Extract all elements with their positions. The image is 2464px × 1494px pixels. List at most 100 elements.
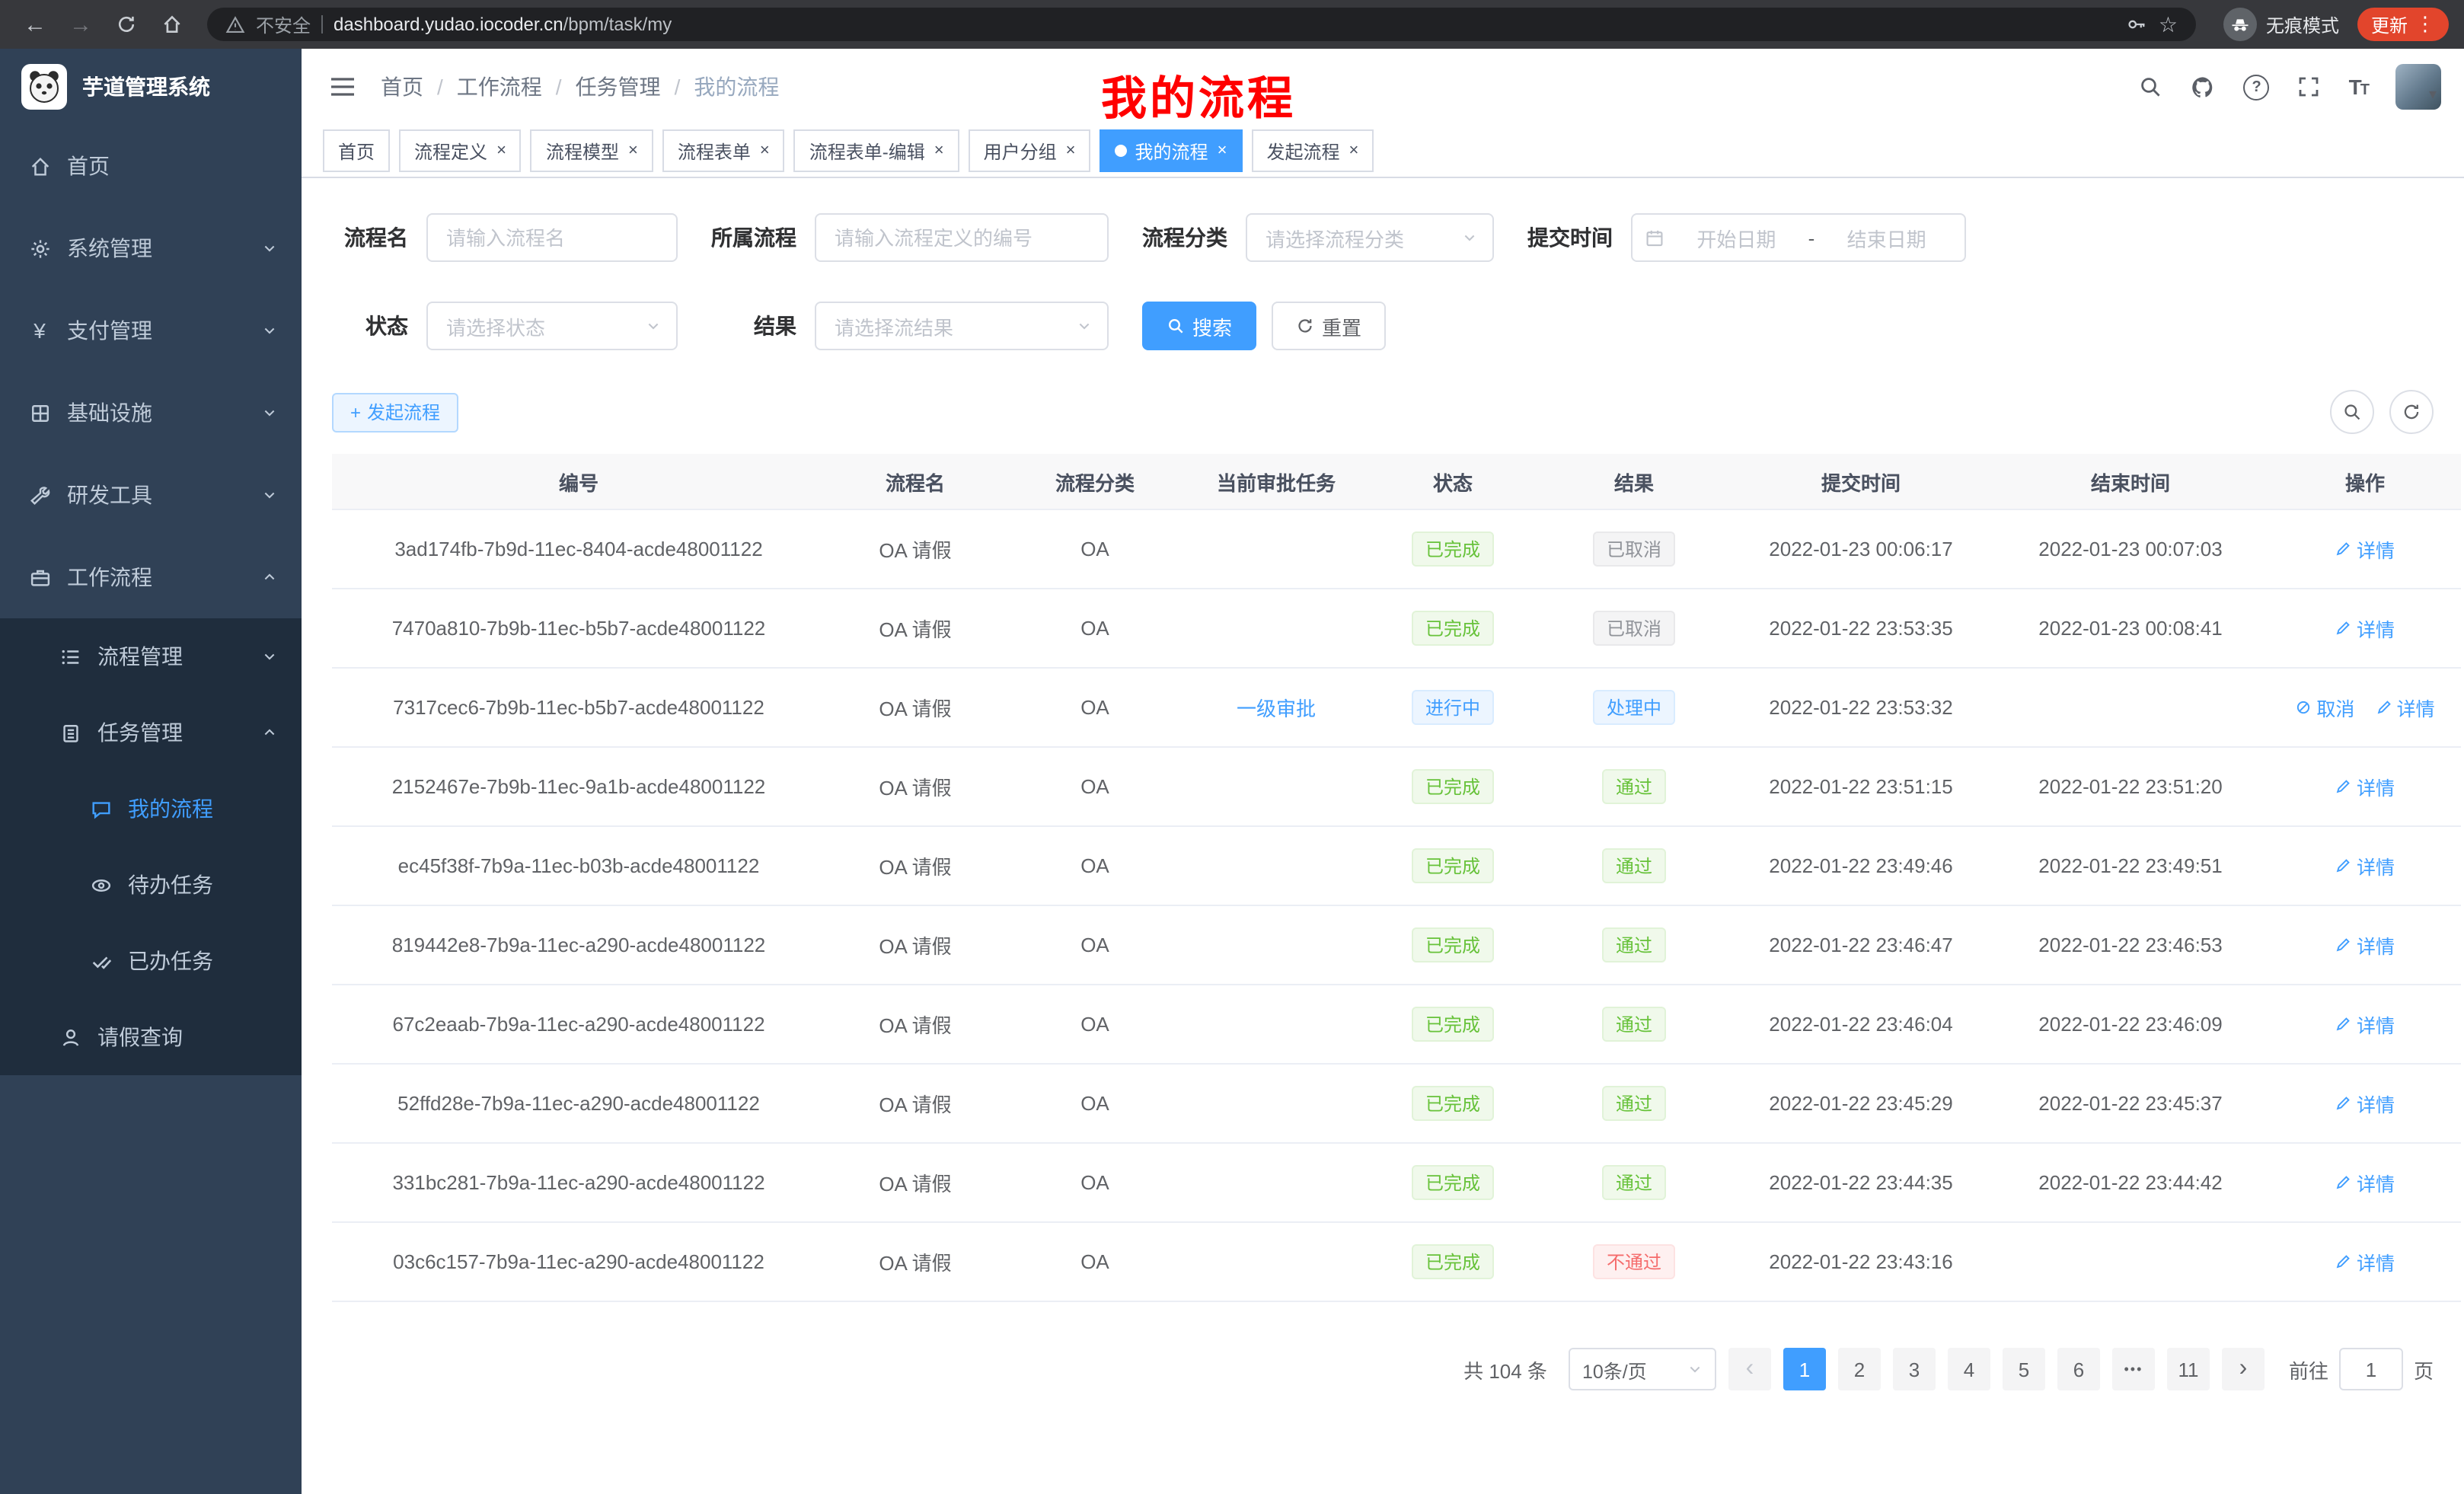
url-text[interactable]: dashboard.yudao.iocoder.cn/bpm/task/my bbox=[334, 14, 672, 35]
detail-link[interactable]: 详情 bbox=[2335, 931, 2395, 959]
goto-suffix: 页 bbox=[2414, 1355, 2434, 1384]
sidebar-item-done-tasks[interactable]: 已办任务 bbox=[0, 923, 302, 999]
detail-link[interactable]: 详情 bbox=[2335, 1247, 2395, 1276]
detail-link[interactable]: 详情 bbox=[2335, 1168, 2395, 1197]
sidebar-item-my-processes[interactable]: 我的流程 bbox=[0, 771, 302, 847]
help-icon[interactable]: ? bbox=[2244, 74, 2270, 100]
sidebar-item-devtools[interactable]: 研发工具 bbox=[0, 454, 302, 536]
cell-name: OA 请假 bbox=[879, 856, 951, 879]
cancel-link[interactable]: 取消 bbox=[2295, 693, 2354, 722]
pagination-goto: 前往 页 bbox=[2289, 1348, 2434, 1390]
detail-link[interactable]: 详情 bbox=[2335, 772, 2395, 801]
sidebar-item-task-management[interactable]: 任务管理 bbox=[0, 694, 302, 771]
page-button-1[interactable]: 1 bbox=[1783, 1348, 1826, 1390]
page-size-select[interactable]: 10条/页 bbox=[1569, 1348, 1716, 1390]
detail-link[interactable]: 详情 bbox=[2335, 614, 2395, 643]
table-row: 52ffd28e-7b9a-11ec-a290-acde48001122 OA … bbox=[332, 1064, 2461, 1143]
detail-link[interactable]: 详情 bbox=[2335, 1089, 2395, 1118]
security-label[interactable]: 不安全 bbox=[256, 11, 311, 37]
breadcrumb-item-workflow[interactable]: 工作流程 bbox=[457, 72, 542, 102]
more-pages-button[interactable]: ••• bbox=[2112, 1348, 2155, 1390]
next-page-button[interactable]: › bbox=[2222, 1348, 2265, 1390]
chat-bubble-icon bbox=[88, 796, 113, 821]
header-search-icon[interactable] bbox=[2139, 75, 2163, 99]
sidebar-item-infrastructure[interactable]: 基础设施 bbox=[0, 372, 302, 454]
cell-name: OA 请假 bbox=[879, 698, 951, 720]
app-logo-row[interactable]: 芋道管理系统 bbox=[0, 49, 302, 125]
page-button-4[interactable]: 4 bbox=[1948, 1348, 1990, 1390]
page-button-6[interactable]: 6 bbox=[2057, 1348, 2100, 1390]
sidebar-item-home[interactable]: 首页 bbox=[0, 125, 302, 207]
close-icon[interactable]: × bbox=[760, 142, 770, 159]
field-label: 结果 bbox=[711, 311, 796, 341]
browser-back-button[interactable]: ← bbox=[15, 6, 55, 43]
toggle-search-button[interactable] bbox=[2330, 390, 2374, 434]
sidebar-item-pending-tasks[interactable]: 待办任务 bbox=[0, 847, 302, 923]
close-icon[interactable]: × bbox=[496, 142, 506, 159]
bookmark-star-icon[interactable]: ☆ bbox=[2159, 11, 2178, 37]
goto-page-input[interactable] bbox=[2339, 1348, 2403, 1390]
sidebar-item-payment[interactable]: ¥ 支付管理 bbox=[0, 289, 302, 372]
home-icon bbox=[161, 14, 183, 35]
page-button-11[interactable]: 11 bbox=[2167, 1348, 2210, 1390]
prev-page-button[interactable]: ‹ bbox=[1728, 1348, 1771, 1390]
status-select[interactable]: 请选择状态 bbox=[426, 302, 678, 350]
breadcrumb-item-task-management[interactable]: 任务管理 bbox=[576, 72, 661, 102]
reset-button[interactable]: 重置 bbox=[1272, 302, 1386, 350]
sidebar-item-system[interactable]: 系统管理 bbox=[0, 207, 302, 289]
sidebar-item-leave-query[interactable]: 请假查询 bbox=[0, 999, 302, 1075]
cell-end-time: 2022-01-22 23:46:53 bbox=[2038, 934, 2222, 956]
breadcrumb-item-home[interactable]: 首页 bbox=[381, 72, 423, 102]
cell-category: OA bbox=[1080, 1250, 1109, 1273]
page-button-3[interactable]: 3 bbox=[1893, 1348, 1936, 1390]
edit-icon bbox=[2335, 620, 2352, 637]
tab-home[interactable]: 首页 bbox=[323, 129, 390, 172]
page-button-2[interactable]: 2 bbox=[1838, 1348, 1881, 1390]
cell-submit-time: 2022-01-22 23:53:32 bbox=[1769, 696, 1952, 719]
page-button-5[interactable]: 5 bbox=[2003, 1348, 2045, 1390]
sidebar-item-workflow[interactable]: 工作流程 bbox=[0, 536, 302, 618]
tab-process-form-edit[interactable]: 流程表单-编辑× bbox=[794, 129, 959, 172]
detail-link[interactable]: 详情 bbox=[2335, 535, 2395, 563]
address-bar[interactable]: 不安全 dashboard.yudao.iocoder.cn/bpm/task/… bbox=[207, 8, 2196, 41]
sidebar-toggle-button[interactable] bbox=[329, 75, 356, 99]
tab-start-process[interactable]: 发起流程× bbox=[1251, 129, 1374, 172]
result-select[interactable]: 请选择流结果 bbox=[815, 302, 1109, 350]
browser-reload-button[interactable] bbox=[107, 6, 146, 43]
tab-user-group[interactable]: 用户分组× bbox=[969, 129, 1091, 172]
refresh-table-button[interactable] bbox=[2389, 390, 2434, 434]
browser-menu-icon[interactable]: ⋮ bbox=[2415, 12, 2435, 37]
close-icon[interactable]: × bbox=[934, 142, 944, 159]
end-date-placeholder: 结束日期 bbox=[1821, 223, 1952, 252]
process-definition-input[interactable] bbox=[815, 213, 1109, 262]
edit-icon bbox=[2335, 1016, 2352, 1033]
close-icon[interactable]: × bbox=[1348, 142, 1358, 159]
cell-task-link[interactable]: 一级审批 bbox=[1237, 698, 1316, 720]
password-key-icon[interactable] bbox=[2127, 14, 2148, 35]
result-badge: 通过 bbox=[1602, 927, 1666, 962]
sidebar-item-process-management[interactable]: 流程管理 bbox=[0, 618, 302, 694]
browser-forward-button[interactable]: → bbox=[61, 6, 101, 43]
category-select[interactable]: 请选择流程分类 bbox=[1246, 213, 1494, 262]
submit-time-range-picker[interactable]: 开始日期 - 结束日期 bbox=[1631, 213, 1966, 262]
tab-process-form[interactable]: 流程表单× bbox=[662, 129, 785, 172]
tab-my-processes[interactable]: 我的流程× bbox=[1100, 129, 1243, 172]
font-size-icon[interactable]: TT bbox=[2349, 75, 2368, 99]
browser-update-button[interactable]: 更新 ⋮ bbox=[2357, 8, 2449, 41]
create-process-button[interactable]: + 发起流程 bbox=[332, 392, 458, 432]
button-label: 搜索 bbox=[1192, 311, 1232, 340]
close-icon[interactable]: × bbox=[1066, 142, 1076, 159]
detail-link[interactable]: 详情 bbox=[2335, 1010, 2395, 1039]
close-icon[interactable]: × bbox=[628, 142, 638, 159]
fullscreen-icon[interactable] bbox=[2297, 75, 2322, 99]
tab-process-model[interactable]: 流程模型× bbox=[531, 129, 653, 172]
github-icon[interactable] bbox=[2191, 74, 2217, 100]
detail-link[interactable]: 详情 bbox=[2376, 693, 2435, 722]
tab-process-definition[interactable]: 流程定义× bbox=[399, 129, 522, 172]
search-button[interactable]: 搜索 bbox=[1142, 302, 1256, 350]
process-name-input[interactable] bbox=[426, 213, 678, 262]
detail-link[interactable]: 详情 bbox=[2335, 851, 2395, 880]
browser-home-button[interactable] bbox=[152, 6, 192, 43]
close-icon[interactable]: × bbox=[1218, 142, 1227, 159]
table-tools bbox=[2330, 390, 2434, 434]
